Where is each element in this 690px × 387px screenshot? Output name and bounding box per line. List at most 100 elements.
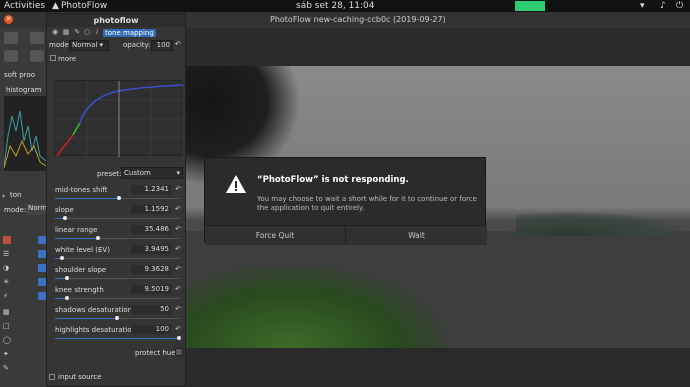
protect-hues-checkbox[interactable]	[175, 348, 183, 356]
input-source-label[interactable]: input source	[58, 373, 101, 381]
layer-icon[interactable]	[3, 236, 11, 244]
reset-icon[interactable]: ↶	[175, 265, 181, 273]
panel-toolbar: ◉ ▦ ✎ ○ i tone mapping	[47, 27, 185, 38]
collapse-icon[interactable]: ▾	[2, 193, 9, 200]
more-row[interactable]: more	[47, 52, 185, 66]
tool-icon[interactable]: ◑	[3, 264, 9, 272]
slider-value-field[interactable]: 100	[131, 325, 171, 334]
slider-track[interactable]	[55, 276, 179, 280]
warning-icon	[226, 175, 246, 193]
eye-icon[interactable]: ◉	[51, 28, 59, 36]
layer-visibility-checkbox[interactable]	[38, 250, 46, 258]
slider-value-field[interactable]: 9.3628	[131, 265, 171, 274]
histogram-graph	[3, 110, 47, 169]
histogram-plot	[3, 96, 47, 171]
slider-value-field[interactable]: 3.9495	[131, 245, 171, 254]
wait-button[interactable]: Wait	[346, 226, 487, 245]
slider-knob[interactable]	[177, 336, 181, 340]
slider-fill	[55, 198, 120, 199]
reset-icon[interactable]: ↶	[175, 205, 181, 213]
layer-visibility-checkbox[interactable]	[38, 236, 46, 244]
slider-track[interactable]	[55, 256, 179, 260]
slider-row: linear range 35.486 ↶	[47, 224, 185, 244]
window-close-button[interactable]: ✕	[4, 15, 13, 24]
tool-icon[interactable]: ▦	[3, 308, 10, 316]
zoom-in-icon[interactable]	[4, 50, 18, 62]
zoom-out-icon[interactable]	[30, 50, 44, 62]
dialog-buttons: Force Quit Wait	[205, 225, 487, 245]
layer-name-field[interactable]: tone mapping	[103, 29, 156, 37]
network-icon[interactable]: ▾	[640, 0, 645, 12]
tone-curve-graph[interactable]	[54, 80, 184, 157]
slider-label: linear range	[55, 226, 98, 234]
tool-icon[interactable]: ◯	[3, 336, 11, 344]
slider-track[interactable]	[55, 236, 179, 240]
app-menu-icon[interactable]: ▲	[52, 0, 59, 12]
slider-label: shoulder slope	[55, 266, 107, 274]
mode-label: mode:	[49, 41, 72, 49]
panel-title: photoflow	[47, 14, 185, 27]
app-menu[interactable]: PhotoFlow	[61, 0, 107, 12]
slider-row: shoulder slope 9.3628 ↶	[47, 264, 185, 284]
dialog-heading: “PhotoFlow” is not responding.	[257, 175, 409, 185]
slider-knob[interactable]	[115, 316, 119, 320]
slider-knob[interactable]	[65, 276, 70, 280]
protect-hues-label: protect hues	[135, 349, 180, 357]
slider-track[interactable]	[55, 296, 179, 300]
pipette-icon[interactable]: ○	[83, 28, 91, 36]
reset-icon[interactable]: ↶	[175, 285, 181, 293]
slider-track[interactable]	[55, 216, 179, 220]
preset-select[interactable]: Custom ▾	[121, 167, 183, 179]
slider-knob[interactable]	[117, 196, 122, 200]
mask-icon[interactable]: ▦	[62, 28, 70, 36]
reset-icon[interactable]: ↶	[175, 40, 181, 48]
tool-icon[interactable]: ☀	[3, 278, 9, 286]
reset-icon[interactable]: ↶	[175, 185, 181, 193]
reset-icon[interactable]: ↶	[175, 225, 181, 233]
brush-icon[interactable]: ✎	[73, 28, 81, 36]
slider-value-field[interactable]: 9.5019	[131, 285, 171, 294]
slider-value-field[interactable]: 50	[131, 305, 171, 314]
info-icon[interactable]: i	[93, 28, 101, 36]
slider-knob[interactable]	[62, 216, 67, 220]
reset-icon[interactable]: ↶	[175, 305, 181, 313]
photo-hills	[516, 211, 690, 236]
open-icon[interactable]	[4, 32, 18, 44]
slider-value-field[interactable]: 35.486	[131, 225, 171, 234]
mode-short-select[interactable]: Norm	[26, 204, 48, 215]
mode-select[interactable]: Normal ▾	[69, 40, 109, 51]
slider-track[interactable]	[55, 336, 181, 340]
slider-value-field[interactable]: 1.1592	[131, 205, 171, 214]
power-icon[interactable]: ⏻	[676, 0, 683, 12]
force-quit-button[interactable]: Force Quit	[205, 226, 346, 245]
tool-icon[interactable]: ✎	[3, 364, 9, 372]
clock[interactable]: sáb set 28, 11:04	[296, 0, 375, 12]
volume-icon[interactable]: ♪	[660, 0, 666, 12]
save-icon[interactable]	[30, 32, 44, 44]
slider-value-field[interactable]: 1.2341	[131, 185, 171, 194]
reset-icon[interactable]: ↶	[175, 325, 181, 333]
opacity-field[interactable]: 100	[151, 40, 173, 51]
soft-proof-checkbox[interactable]: soft proo	[4, 71, 35, 79]
tool-icon[interactable]: ☰	[3, 250, 9, 258]
slider-knob[interactable]	[65, 296, 70, 300]
soft-proof-label: soft proo	[4, 71, 35, 79]
activities-button[interactable]: Activities	[4, 0, 45, 12]
reset-icon[interactable]: ↶	[175, 245, 181, 253]
slider-label: white level (EV)	[55, 246, 110, 254]
mode-short-label: mode:	[4, 206, 27, 214]
slider-track[interactable]	[55, 196, 179, 200]
more-expander-icon[interactable]	[50, 55, 56, 61]
layer-visibility-checkbox[interactable]	[38, 278, 46, 286]
tool-icon[interactable]: □	[3, 322, 10, 330]
slider-row: white level (EV) 3.9495 ↶	[47, 244, 185, 264]
slider-track[interactable]	[55, 316, 179, 320]
input-source-expander-icon[interactable]	[49, 374, 55, 380]
tool-icon[interactable]: ⚡	[3, 292, 8, 300]
slider-knob[interactable]	[96, 236, 101, 240]
slider-knob[interactable]	[60, 256, 65, 260]
layer-visibility-checkbox[interactable]	[38, 292, 46, 300]
slider-fill	[55, 238, 99, 239]
tool-icon[interactable]: ✦	[3, 350, 9, 358]
layer-visibility-checkbox[interactable]	[38, 264, 46, 272]
